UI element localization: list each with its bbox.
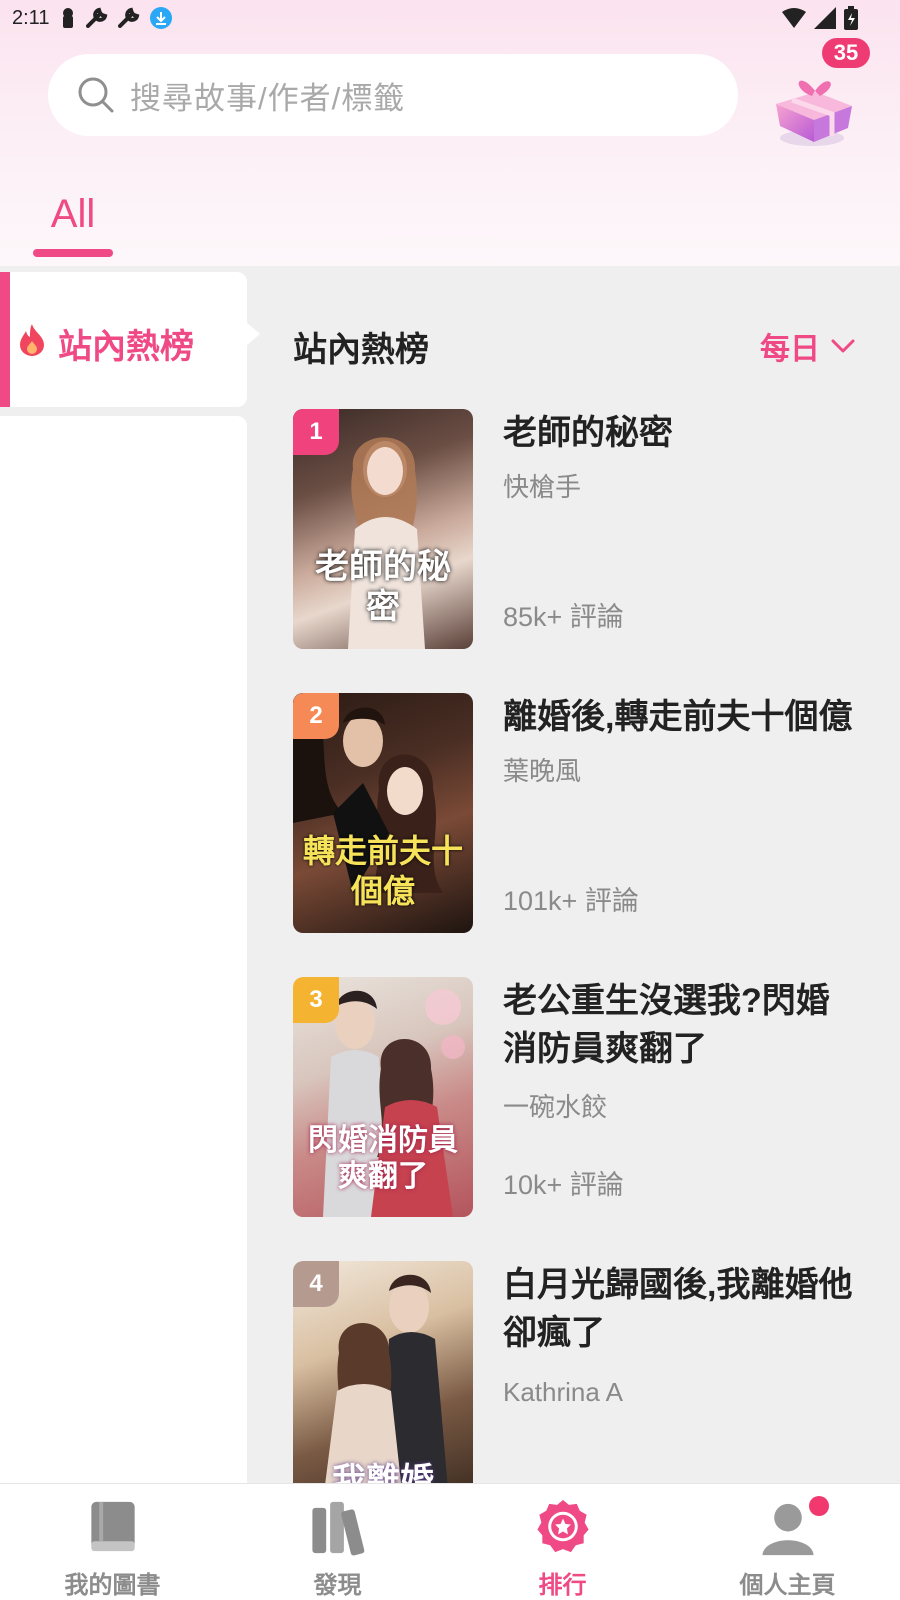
nav-profile[interactable]: 個人主頁	[675, 1484, 900, 1600]
category-pointer	[246, 322, 260, 346]
gift-icon[interactable]	[762, 60, 862, 150]
nav-label: 個人主頁	[739, 1572, 836, 1599]
book-cover[interactable]: 老師的秘密 1	[293, 409, 473, 649]
search-icon	[78, 77, 114, 113]
book-item[interactable]: 轉走前夫十個億 2 離婚後,轉走前夫十個億 葉晚風 101k+ 評論	[293, 693, 873, 933]
rank-badge: 3	[293, 977, 339, 1023]
nav-ranking[interactable]: 排行	[450, 1484, 675, 1600]
nav-label: 我的圖書	[64, 1572, 161, 1599]
bottom-nav: 我的圖書 發現 排行 個人主頁	[0, 1483, 900, 1600]
wifi-icon	[782, 8, 806, 28]
section-title: 站內熱榜	[293, 331, 429, 369]
rank-badge: 4	[293, 1261, 339, 1307]
book-cover[interactable]: 我離婚 4	[293, 1261, 473, 1483]
book-author: 一碗水餃	[503, 1092, 608, 1122]
status-notification-icons	[59, 6, 173, 30]
category-sidebar	[0, 416, 247, 1483]
cover-title: 轉走前夫十個億	[302, 832, 463, 910]
period-label: 每日	[760, 333, 820, 366]
book-item[interactable]: 我離婚 4 白月光歸國後,我離婚他卻瘋了 Kathrina A	[293, 1261, 873, 1483]
book-icon	[90, 1501, 135, 1552]
book-item[interactable]: 閃婚消防員爽翻了 3 老公重生沒選我?閃婚消防員爽翻了 一碗水餃 10k+ 評論	[293, 977, 873, 1217]
wrench-icon	[118, 7, 140, 28]
search-bar[interactable]: 搜尋故事/作者/標籤	[48, 54, 738, 136]
ranking-badge-icon	[536, 1499, 589, 1553]
header: 搜尋故事/作者/標籤 35 All	[0, 0, 900, 266]
book-reviews: 101k+ 評論	[503, 886, 639, 916]
signal-icon	[814, 7, 836, 29]
category-active-bar	[0, 272, 10, 407]
download-icon	[150, 7, 173, 29]
tab-all[interactable]: All	[33, 192, 113, 237]
period-dropdown[interactable]: 每日	[760, 324, 856, 368]
category-item-hot[interactable]: 站內熱榜	[0, 272, 247, 407]
gift-count-badge: 35	[822, 38, 870, 68]
book-title: 白月光歸國後,我離婚他卻瘋了	[503, 1266, 853, 1352]
book-cover[interactable]: 閃婚消防員爽翻了 3	[293, 977, 473, 1217]
status-bar: 2:11	[0, 0, 900, 36]
search-input[interactable]: 搜尋故事/作者/標籤	[130, 73, 405, 118]
book-reviews: 10k+ 評論	[503, 1170, 624, 1200]
book-title: 離婚後,轉走前夫十個億	[503, 698, 853, 736]
nav-label: 發現	[313, 1572, 362, 1599]
notification-dot	[809, 1496, 829, 1516]
fire-icon	[20, 324, 44, 356]
book-author: 葉晚風	[503, 756, 582, 786]
book-author: 快槍手	[503, 472, 582, 502]
cover-title: 我離婚	[332, 1461, 434, 1483]
status-system-icons	[782, 6, 858, 30]
battery-icon	[844, 6, 858, 30]
ranking-content: 站內熱榜 站內熱榜 每日 老師的秘密 1 老師的秘密 快槍手 85k+ 評論 轉…	[0, 266, 900, 1483]
book-item[interactable]: 老師的秘密 1 老師的秘密 快槍手 85k+ 評論	[293, 409, 873, 649]
chevron-down-icon	[831, 339, 855, 353]
rank-badge: 2	[293, 693, 339, 739]
tab-active-indicator	[33, 249, 113, 257]
cover-title: 閃婚消防員爽翻了	[308, 1123, 458, 1194]
status-time: 2:11	[12, 6, 50, 29]
nav-my-library[interactable]: 我的圖書	[0, 1484, 225, 1600]
book-cover[interactable]: 轉走前夫十個億 2	[293, 693, 473, 933]
book-title: 老公重生沒選我?閃婚消防員爽翻了	[503, 982, 830, 1068]
book-reviews: 85k+ 評論	[503, 602, 624, 632]
nav-label: 排行	[538, 1572, 587, 1599]
category-label: 站內熱榜	[58, 328, 194, 366]
book-title: 老師的秘密	[503, 414, 673, 452]
nav-discover[interactable]: 發現	[225, 1484, 450, 1600]
rank-badge: 1	[293, 409, 339, 455]
lock-icon	[63, 8, 74, 28]
book-author: Kathrina A	[503, 1377, 623, 1407]
cover-title: 老師的秘密	[315, 547, 451, 627]
wrench-icon	[86, 7, 108, 28]
books-shelf-icon	[311, 1501, 364, 1556]
